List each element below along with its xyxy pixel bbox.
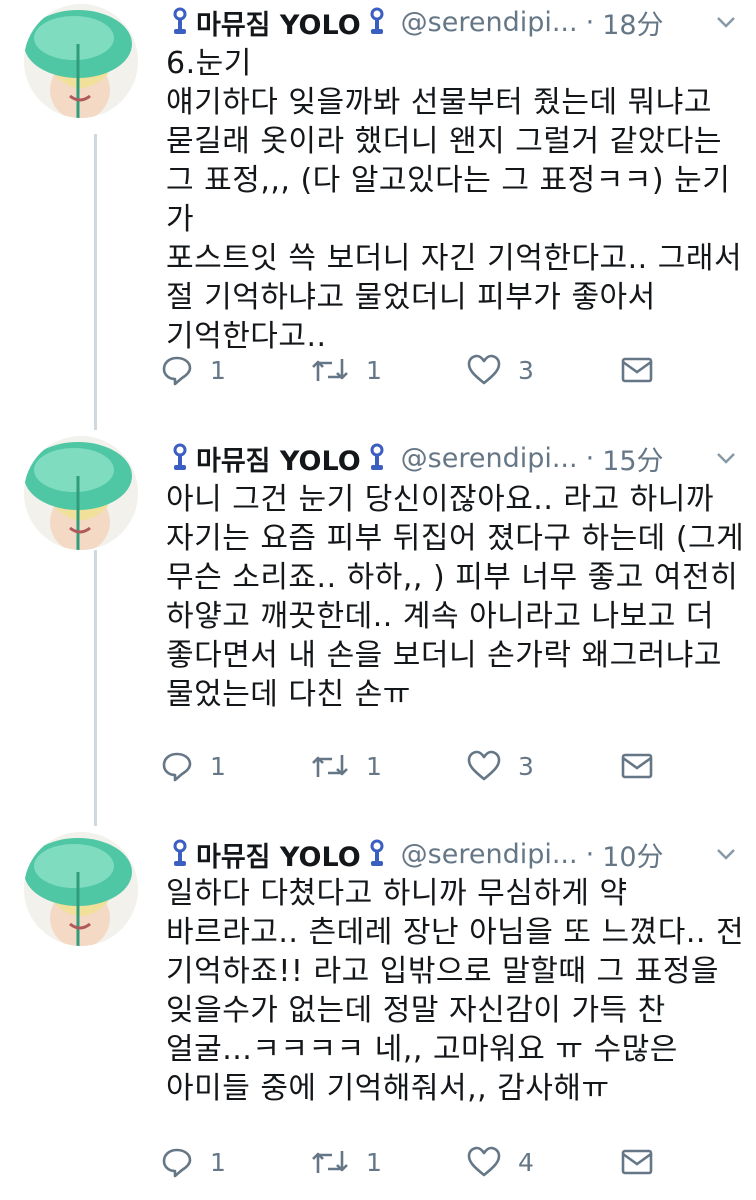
- retweet-button[interactable]: 1: [310, 350, 382, 390]
- heart-icon: [467, 1146, 501, 1177]
- pin-icon: [173, 839, 187, 866]
- caret-down-icon[interactable]: [714, 10, 738, 34]
- user-handle[interactable]: @serendipi...: [401, 839, 578, 870]
- thread-line: [94, 550, 97, 804]
- tweet-actions: 1 1 3: [160, 746, 660, 786]
- retweet-count: 1: [366, 1147, 382, 1177]
- like-button[interactable]: 4: [466, 1142, 534, 1182]
- like-count: 3: [518, 355, 534, 385]
- pin-icon: [370, 839, 384, 866]
- thread-line: [94, 134, 97, 404]
- tweet-1[interactable]: 마뮤짐 YOLO @serendipi... · 18分 6.눈기 얘기하다 잊…: [0, 0, 756, 404]
- reply-count: 1: [210, 355, 226, 385]
- like-count: 4: [518, 1147, 534, 1177]
- envelope-icon: [621, 357, 653, 383]
- reply-count: 1: [210, 1147, 226, 1177]
- timestamp[interactable]: 18分: [602, 3, 663, 42]
- reply-icon: [162, 752, 192, 782]
- retweet-icon: [312, 755, 348, 777]
- tweet-header: 마뮤짐 YOLO @serendipi... · 18分: [166, 2, 738, 42]
- retweet-icon: [312, 359, 348, 381]
- user-handle[interactable]: @serendipi...: [401, 7, 578, 38]
- heart-icon: [467, 354, 501, 385]
- separator-dot: ·: [585, 6, 595, 38]
- direct-message-button[interactable]: [620, 350, 670, 390]
- tweet-header: 마뮤짐 YOLO @serendipi... · 10分: [166, 834, 738, 874]
- caret-down-icon[interactable]: [714, 446, 738, 470]
- retweet-button[interactable]: 1: [310, 1142, 382, 1182]
- like-button[interactable]: 3: [466, 746, 534, 786]
- retweet-count: 1: [366, 751, 382, 781]
- display-name[interactable]: 마뮤짐 YOLO: [196, 439, 361, 478]
- tweet-3[interactable]: 마뮤짐 YOLO @serendipi... · 10分 일하다 다쳤다고 하니…: [0, 796, 756, 1200]
- tweet-2[interactable]: 마뮤짐 YOLO @serendipi... · 15分 아니 그건 눈기 당신…: [0, 396, 756, 804]
- reply-button[interactable]: 1: [160, 1142, 226, 1182]
- direct-message-button[interactable]: [620, 1142, 670, 1182]
- tweet-header: 마뮤짐 YOLO @serendipi... · 15分: [166, 438, 738, 478]
- envelope-icon: [621, 1149, 653, 1175]
- separator-dot: ·: [585, 442, 595, 474]
- pin-icon: [173, 443, 187, 470]
- heart-icon: [467, 750, 501, 781]
- tweet-actions: 1 1 3: [160, 350, 660, 390]
- pin-icon: [370, 443, 384, 470]
- retweet-icon: [312, 1151, 348, 1173]
- pin-icon: [370, 7, 384, 34]
- reply-icon: [162, 1148, 192, 1178]
- avatar[interactable]: [24, 4, 138, 118]
- envelope-icon: [621, 753, 653, 779]
- reply-button[interactable]: 1: [160, 746, 226, 786]
- tweet-text: 일하다 다쳤다고 하니까 무심하게 약 바르라고.. 츤데레 장난 아님을 또 …: [166, 876, 745, 1106]
- timestamp[interactable]: 10分: [602, 835, 663, 874]
- separator-dot: ·: [585, 838, 595, 870]
- retweet-count: 1: [366, 355, 382, 385]
- pin-icon: [173, 7, 187, 34]
- retweet-button[interactable]: 1: [310, 746, 382, 786]
- tweet-text: 6.눈기 얘기하다 잊을까봐 선물부터 줬는데 뭐냐고 묻길래 옷이라 했더니 …: [166, 46, 743, 354]
- avatar[interactable]: [24, 436, 138, 550]
- avatar[interactable]: [24, 832, 138, 946]
- thread-line: [94, 396, 97, 430]
- tweet-actions: 1 1 4: [160, 1142, 660, 1182]
- display-name[interactable]: 마뮤짐 YOLO: [196, 3, 361, 42]
- display-name[interactable]: 마뮤짐 YOLO: [196, 835, 361, 874]
- direct-message-button[interactable]: [620, 746, 670, 786]
- reply-icon: [162, 356, 192, 386]
- like-button[interactable]: 3: [466, 350, 534, 390]
- like-count: 3: [518, 751, 534, 781]
- timestamp[interactable]: 15分: [602, 439, 663, 478]
- tweet-text: 아니 그건 눈기 당신이잖아요.. 라고 하니까 자기는 요즘 피부 뒤집어 졌…: [166, 482, 745, 712]
- reply-button[interactable]: 1: [160, 350, 226, 390]
- caret-down-icon[interactable]: [714, 842, 738, 866]
- reply-count: 1: [210, 751, 226, 781]
- user-handle[interactable]: @serendipi...: [401, 443, 578, 474]
- thread-line: [94, 796, 97, 826]
